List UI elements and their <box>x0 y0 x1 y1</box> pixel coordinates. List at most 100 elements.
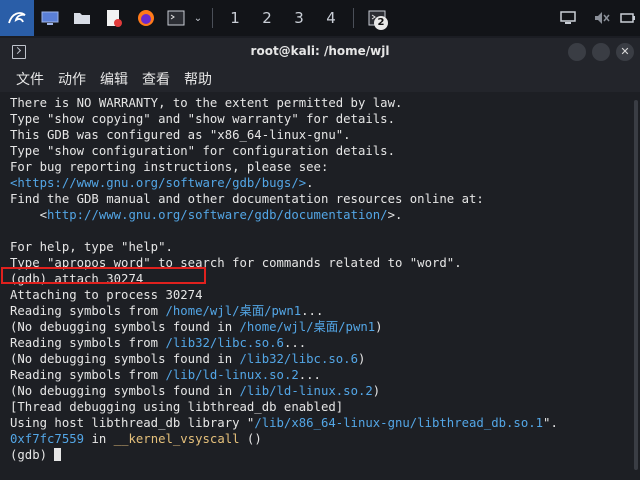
terminal-text: <https://www.gnu.org/software/gdb/bugs/> <box>10 176 307 190</box>
show-desktop-button[interactable] <box>34 0 66 36</box>
terminal-text: /home/wjl/桌面/pwn1 <box>165 304 302 318</box>
terminal-text: Type "show copying" and "show warranty" … <box>10 112 395 126</box>
terminal-line: [Thread debugging using libthread_db ena… <box>10 399 630 415</box>
terminal-text: For bug reporting instructions, please s… <box>10 160 329 174</box>
window-count-badge: 2 <box>374 16 388 30</box>
terminal-line: For help, type "help". <box>10 239 630 255</box>
workspace-3[interactable]: 3 <box>283 0 315 36</box>
terminal-line: <https://www.gnu.org/software/gdb/bugs/>… <box>10 175 630 191</box>
terminal-line: Attaching to process 30274 <box>10 287 630 303</box>
terminal-text: (gdb) <box>10 448 55 462</box>
terminal-line: Using host libthread_db library "/lib/x8… <box>10 415 630 431</box>
terminal-text: < <box>10 208 48 222</box>
terminal-text: For help, type "help". <box>10 240 173 254</box>
text-cursor <box>54 448 62 461</box>
terminal-text: ... <box>283 336 307 350</box>
terminal-text: ) <box>357 352 366 366</box>
terminal-line: (No debugging symbols found in /lib/ld-l… <box>10 383 630 399</box>
maximize-button[interactable] <box>592 43 610 61</box>
text-editor-button[interactable] <box>98 0 130 36</box>
menu-bar: 文件 动作 编辑 查看 帮助 <box>0 66 640 92</box>
menu-actions[interactable]: 动作 <box>58 69 86 89</box>
close-icon: ✕ <box>620 45 630 58</box>
terminal-text: Attaching to process 30274 <box>10 288 203 302</box>
terminal-line: (No debugging symbols found in /home/wjl… <box>10 319 630 335</box>
terminal-text: http://www.gnu.org/software/gdb/document… <box>47 208 388 222</box>
terminal-line: Reading symbols from /lib/ld-linux.so.2.… <box>10 367 630 383</box>
terminal-text: Type "show configuration" for configurat… <box>10 144 395 158</box>
taskbar-terminal-window[interactable]: 2 <box>360 0 394 36</box>
terminal-line: This GDB was configured as "x86_64-linux… <box>10 127 630 143</box>
panel-separator <box>212 8 213 28</box>
terminal-line: Reading symbols from /home/wjl/桌面/pwn1..… <box>10 303 630 319</box>
terminal-launcher-button[interactable] <box>162 0 190 36</box>
terminal-text: There is NO WARRANTY, to the extent perm… <box>10 96 403 110</box>
terminal-text: Find the GDB manual and other documentat… <box>10 192 484 206</box>
terminal-text: ". <box>543 416 558 430</box>
window-titlebar[interactable]: root@kali: /home/wjl ✕ <box>0 38 640 66</box>
terminal-text: (No debugging symbols found in <box>10 352 240 366</box>
terminal-text: [Thread debugging using libthread_db ena… <box>10 400 344 414</box>
terminal-line: For bug reporting instructions, please s… <box>10 159 630 175</box>
terminal-text: 0xf7fc7559 <box>10 432 85 446</box>
terminal-text: >. <box>387 208 403 222</box>
menu-view[interactable]: 查看 <box>142 69 170 89</box>
terminal-text: __kernel_vsyscall <box>113 432 240 446</box>
terminal-text: Reading symbols from <box>10 368 166 382</box>
file-manager-button[interactable] <box>66 0 98 36</box>
close-button[interactable]: ✕ <box>616 43 634 61</box>
terminal-icon <box>167 10 185 26</box>
terminal-text: (No debugging symbols found in <box>10 384 240 398</box>
firefox-button[interactable] <box>130 0 162 36</box>
top-panel: ⌄ 1 2 3 4 2 <box>0 0 640 36</box>
terminal-text: ... <box>298 368 321 382</box>
menu-help[interactable]: 帮助 <box>184 69 212 89</box>
terminal-window: root@kali: /home/wjl ✕ 文件 动作 编辑 查看 帮助 Th… <box>0 38 640 480</box>
kali-menu-button[interactable] <box>0 0 34 36</box>
terminal-text: ... <box>301 304 324 318</box>
battery-icon <box>620 13 635 23</box>
terminal-text: (No debugging symbols found in <box>10 320 240 334</box>
terminal-text: Using host libthread_db library " <box>10 416 255 430</box>
terminal-text: /lib/x86_64-linux-gnu/libthread_db.so.1 <box>254 416 544 430</box>
tray-display-button[interactable] <box>556 0 580 36</box>
terminal-text: /home/wjl/桌面/pwn1 <box>239 320 376 334</box>
terminal-text: ) <box>372 384 381 398</box>
terminal-text: . <box>306 176 314 190</box>
terminal-text: This GDB was configured as "x86_64-linux… <box>10 128 351 142</box>
workspace-4[interactable]: 4 <box>315 0 347 36</box>
chevron-down-icon: ⌄ <box>193 12 203 24</box>
text-editor-icon <box>107 10 122 27</box>
volume-muted-icon <box>595 12 610 24</box>
terminal-text: Reading symbols from <box>10 336 166 350</box>
terminal-line: Reading symbols from /lib32/libc.so.6... <box>10 335 630 351</box>
terminal-text: () <box>239 432 262 446</box>
window-title: root@kali: /home/wjl <box>250 44 390 58</box>
terminal-text: in <box>84 432 114 446</box>
monitor-icon <box>560 11 576 24</box>
terminal-text: ) <box>375 320 383 334</box>
tray-volume-button[interactable] <box>590 0 614 36</box>
terminal-line: There is NO WARRANTY, to the extent perm… <box>10 95 630 111</box>
menu-edit[interactable]: 编辑 <box>100 69 128 89</box>
highlight-box <box>1 267 206 284</box>
workspace-1[interactable]: 1 <box>219 0 251 36</box>
panel-separator <box>353 8 354 28</box>
tray-power-button[interactable] <box>618 0 638 36</box>
launcher-dropdown[interactable]: ⌄ <box>190 0 206 36</box>
terminal-line: Find the GDB manual and other documentat… <box>10 191 630 207</box>
minimize-button[interactable] <box>568 43 586 61</box>
terminal-text: /lib32/libc.so.6 <box>165 336 284 350</box>
folder-icon <box>74 13 90 24</box>
terminal-text: /lib/ld-linux.so.2 <box>165 368 299 382</box>
terminal-scrollbar[interactable] <box>634 100 638 470</box>
terminal-line: <http://www.gnu.org/software/gdb/documen… <box>10 207 630 223</box>
kali-dragon-icon <box>8 12 26 24</box>
terminal-line: 0xf7fc7559 in __kernel_vsyscall () <box>10 431 630 447</box>
workspace-2[interactable]: 2 <box>251 0 283 36</box>
terminal-text: /lib/ld-linux.so.2 <box>239 384 373 398</box>
terminal-text: Reading symbols from <box>10 304 166 318</box>
menu-file[interactable]: 文件 <box>16 69 44 89</box>
desktop-icon <box>41 11 59 25</box>
